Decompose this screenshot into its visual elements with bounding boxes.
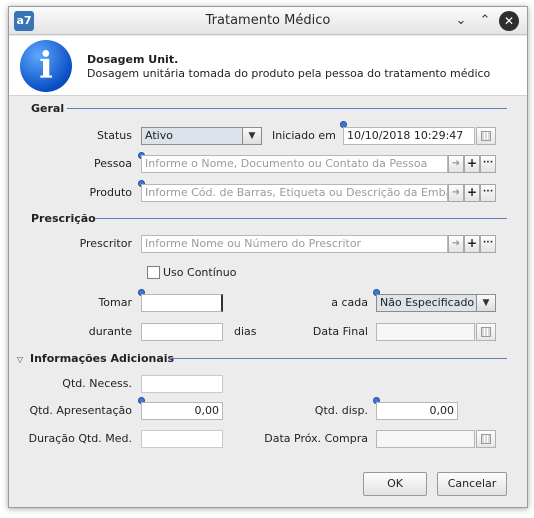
a-cada-select-value: Não Especificado [380,296,475,309]
status-label: Status [96,129,132,142]
pessoa-add-button[interactable]: + [464,155,480,173]
section-geral-label: Geral [31,102,65,115]
pessoa-label: Pessoa [94,157,132,170]
arrow-right-icon[interactable]: ➜ [448,155,464,173]
ok-button[interactable]: OK [363,472,427,496]
calendar-icon[interactable] [476,127,496,145]
prescritor-more-button[interactable]: ··· [480,235,496,253]
iniciado-em-field[interactable]: 10/10/2018 10:29:47 [343,127,475,145]
section-geral-divider [67,108,507,109]
dias-label: dias [234,325,257,338]
durante-label: durante [88,325,132,338]
chevron-down-icon[interactable]: ▼ [242,127,262,145]
durante-input[interactable] [141,323,223,341]
info-icon: i [20,40,72,92]
status-select-value: Ativo [145,129,173,142]
title-bar: a7 Tratamento Médico ⌄ ⌃ ✕ [9,7,527,35]
header-subtitle: Dosagem unitária tomada do produto pela … [87,67,491,80]
uso-continuo-checkbox[interactable] [147,266,160,279]
status-select[interactable]: Ativo ▼ [141,127,262,145]
chevron-down-icon[interactable]: ▼ [476,294,496,312]
calendar-icon[interactable] [476,323,496,341]
section-prescricao-label: Prescrição [31,212,96,225]
arrow-right-icon[interactable]: ➜ [448,235,464,253]
qtd-disp-input[interactable]: 0,00 [376,402,458,420]
prescritor-add-button[interactable]: + [464,235,480,253]
uso-continuo-label: Uso Contínuo [163,266,237,279]
qtd-necess-label: Qtd. Necess. [62,377,132,390]
data-final-field[interactable] [376,323,475,341]
qtd-necess-field[interactable] [141,375,223,393]
close-button[interactable]: ✕ [499,11,519,31]
a-cada-label: a cada [331,296,368,309]
produto-more-button[interactable]: ··· [480,184,496,202]
data-prox-compra-field[interactable] [376,430,475,448]
qtd-disp-label: Qtd. disp. [314,404,368,417]
iniciado-em-label: Iniciado em [272,129,336,142]
header-title: Dosagem Unit. [87,53,179,66]
data-prox-compra-label: Data Próx. Compra [264,432,368,445]
cancel-button[interactable]: Cancelar [437,472,507,496]
dialog-window: a7 Tratamento Médico ⌄ ⌃ ✕ i Dosagem Uni… [8,6,528,508]
produto-add-button[interactable]: + [464,184,480,202]
dialog-header: i Dosagem Unit. Dosagem unitária tomada … [9,36,527,96]
pessoa-input[interactable]: Informe o Nome, Documento ou Contato da … [141,155,448,173]
pessoa-more-button[interactable]: ··· [480,155,496,173]
section-prescricao-divider [95,218,507,219]
window-title: Tratamento Médico [205,13,331,28]
prescritor-label: Prescritor [79,237,132,250]
collapse-triangle-icon[interactable]: ▽ [17,355,23,364]
tomar-label: Tomar [98,296,132,309]
section-info-adicionais-label: Informações Adicionais [30,352,175,365]
data-final-label: Data Final [312,325,368,338]
produto-label: Produto [89,186,132,199]
produto-input[interactable]: Informe Cód. de Barras, Etiqueta ou Desc… [141,184,448,202]
tomar-input[interactable] [141,294,223,312]
minimize-button[interactable]: ⌄ [451,11,471,31]
maximize-button[interactable]: ⌃ [475,11,495,31]
calendar-icon[interactable] [476,430,496,448]
duracao-qtd-med-field[interactable] [141,430,223,448]
qtd-apresentacao-input[interactable]: 0,00 [141,402,223,420]
section-info-adicionais-divider [168,358,507,359]
qtd-apresentacao-label: Qtd. Apresentação [29,404,132,417]
duracao-qtd-med-label: Duração Qtd. Med. [28,432,132,445]
arrow-right-icon[interactable]: ➜ [448,184,464,202]
prescritor-input[interactable]: Informe Nome ou Número do Prescritor [141,235,448,253]
a-cada-select[interactable]: Não Especificado ▼ [376,294,496,312]
